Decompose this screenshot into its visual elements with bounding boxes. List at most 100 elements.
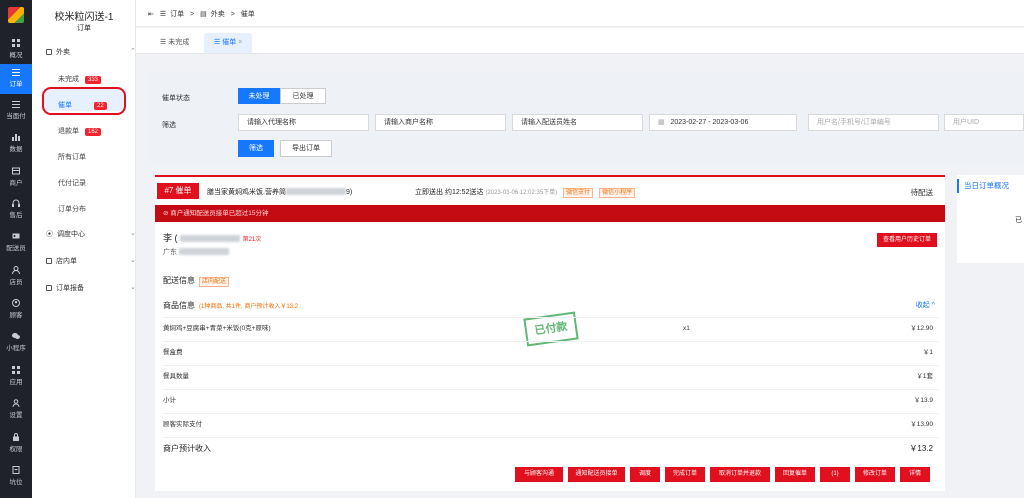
merchant-name-input[interactable]: 请输入商户名称 [375, 114, 506, 131]
order-header: #7 催单 膳当家黄焖鸡米饭.营养简 9) 立即送出 约12:52送达 (2023… [155, 175, 945, 203]
redacted-block [180, 235, 241, 242]
list-icon: ☰ [159, 11, 167, 18]
date-end: 2023-03-06 [712, 119, 749, 126]
rail-item-settings[interactable]: 设置 [0, 395, 32, 425]
menu-item-order-distribution[interactable]: 订单分布 [58, 204, 86, 214]
rail-item-apps[interactable]: 应用 [0, 362, 32, 392]
close-icon[interactable]: × [238, 39, 242, 46]
uid-input[interactable]: 用户UID [944, 114, 1024, 131]
highlight-annotation-ring [42, 87, 126, 115]
edit-order-button[interactable]: 修改订单 [855, 467, 895, 482]
status-unhandled-button[interactable]: 未处理 [238, 88, 280, 104]
menu-item-all-orders[interactable]: 所有订单 [58, 152, 86, 162]
customer-address: 广东 [163, 247, 229, 257]
rail-label: 当面付 [6, 113, 26, 120]
rail-label: 店员 [9, 279, 23, 286]
collapse-toggle[interactable]: 收起 ^ [916, 300, 935, 310]
rail-item-facepay[interactable]: 当面付 [0, 96, 32, 126]
row-value: ￥13.90 [910, 421, 933, 428]
menu-item-label: 代付记录 [58, 180, 86, 187]
rail-item-permission[interactable]: 权限 [0, 429, 32, 459]
row-label: 黄焖鸡+豆腐串+青菜+米饭(0克+原味) [163, 325, 271, 332]
menu-item-refund[interactable]: 退款单 162 [58, 126, 102, 136]
doc-icon [46, 285, 52, 291]
menu-item-payment-records[interactable]: 代付记录 [58, 178, 86, 188]
rail-item-orders[interactable]: 订单 [0, 64, 32, 94]
rail-item-courier[interactable]: 配送员 [0, 228, 32, 258]
complete-order-button[interactable]: 完成订单 [665, 467, 705, 482]
menu-group-label: 订单报备 [56, 285, 84, 292]
summary-text: 已 [1015, 217, 1022, 224]
menu-item-unfinished[interactable]: 未完成 333 [58, 74, 102, 84]
rail-item-overview[interactable]: 概况 [0, 35, 32, 65]
notify-courier-button[interactable]: 通知配送员接单 [568, 467, 625, 482]
export-orders-button[interactable]: 导出订单 [280, 140, 332, 157]
eta-text: 约12:52送达 [444, 189, 484, 196]
dispatch-button[interactable]: 调度 [630, 467, 660, 482]
bar-chart-icon [12, 134, 20, 141]
cancel-refund-button[interactable]: 取消订单并退款 [710, 467, 770, 482]
income-row: 商户预计收入 ￥13.2 [163, 437, 939, 459]
rail-item-customer[interactable]: 顾客 [0, 295, 32, 325]
menu-group-takeout[interactable]: 外卖 ⌃ [46, 47, 136, 57]
menu-group-label: 调度中心 [57, 231, 85, 238]
rail-item-data[interactable]: 数据 [0, 129, 32, 159]
redacted-block [178, 248, 229, 255]
rail-label: 设置 [9, 412, 23, 419]
order-count: 第21次 [242, 237, 262, 243]
shop-name[interactable]: 膳当家黄焖鸡米饭.营养简 9) [207, 187, 352, 197]
payment-tag: 微信支付 [563, 188, 594, 198]
reply-urge-button[interactable]: 回复催单 [775, 467, 815, 482]
calendar-icon: ▦ [658, 119, 665, 126]
rail-label: 顾客 [9, 312, 23, 319]
alert-text: 商户通知配送员接单已超过15分钟 [170, 210, 269, 217]
contact-customer-button[interactable]: 与顾客沟通 [515, 467, 563, 482]
row-label: 顾客实际支付 [163, 421, 202, 428]
menu-item-label: 退款单 [58, 128, 79, 135]
section-title-text: 配送信息 [163, 276, 195, 285]
chat-icon [12, 333, 20, 339]
rail-item-slot[interactable]: 坑位 [0, 462, 32, 492]
tab-unfinished[interactable]: ☰ 未完成 [150, 33, 199, 53]
print-button[interactable]: (1) [820, 467, 850, 482]
rail-item-miniapp[interactable]: 小程序 [0, 328, 32, 358]
rail-label: 售后 [9, 212, 23, 219]
subtotal-row: 小计 ￥13.9 [163, 389, 939, 411]
rail-item-aftersale[interactable]: 售后 [0, 195, 32, 225]
apps-icon [12, 366, 20, 374]
order-urge-tag: #7 催单 [157, 183, 199, 199]
placed-time: (2023-03-06 12:02:35下单) [485, 190, 558, 196]
row-label: 商户预计收入 [163, 444, 211, 453]
tab-urge[interactable]: ☰ 催单 × [204, 33, 253, 53]
breadcrumb-item[interactable]: 外卖 [211, 11, 225, 18]
rail-item-clerk[interactable]: 店员 [0, 262, 32, 292]
row-value: ￥13.9 [913, 397, 933, 404]
search-input[interactable]: 用户名/手机号/订单编号 [808, 114, 939, 131]
section-title-text: 商品信息 [163, 301, 195, 310]
chevron-up-icon: ⌃ [130, 48, 136, 55]
date-range-picker[interactable]: ▦ 2023-02-27 - 2023-03-06 [649, 114, 797, 131]
agent-name-input[interactable]: 请输入代理名称 [238, 114, 369, 131]
date-start: 2023-02-27 [670, 119, 707, 126]
takeout-icon [46, 49, 52, 55]
menu-group-dispatch[interactable]: ⦿ 调度中心 ⌄ [46, 229, 136, 239]
courier-name-input[interactable]: 请输入配送员姓名 [512, 114, 643, 131]
menu-item-label: 所有订单 [58, 154, 86, 161]
status-handled-button[interactable]: 已处理 [280, 88, 326, 104]
app-logo [8, 7, 24, 23]
collapse-menu-icon[interactable]: ⇤ [148, 11, 154, 18]
filter-button[interactable]: 筛选 [238, 140, 274, 157]
menu-subtitle: 订单 [77, 25, 91, 32]
menu-group-report[interactable]: 订单报备 ⌄ [46, 283, 136, 293]
list-icon [12, 101, 20, 108]
view-history-button[interactable]: 查看用户历史订单 [876, 233, 937, 247]
deliver-mode: 立即送出 [415, 189, 443, 196]
rail-label: 小程序 [6, 345, 26, 352]
rail-label: 商户 [9, 180, 23, 187]
rail-item-merchant[interactable]: 商户 [0, 163, 32, 193]
breadcrumb-item[interactable]: 订单 [170, 11, 184, 18]
count-badge: 333 [85, 76, 102, 84]
menu-group-instore[interactable]: 店内单 ⌄ [46, 256, 136, 266]
details-button[interactable]: 详情 [900, 467, 930, 482]
row-value: ￥12.90 [910, 325, 933, 332]
